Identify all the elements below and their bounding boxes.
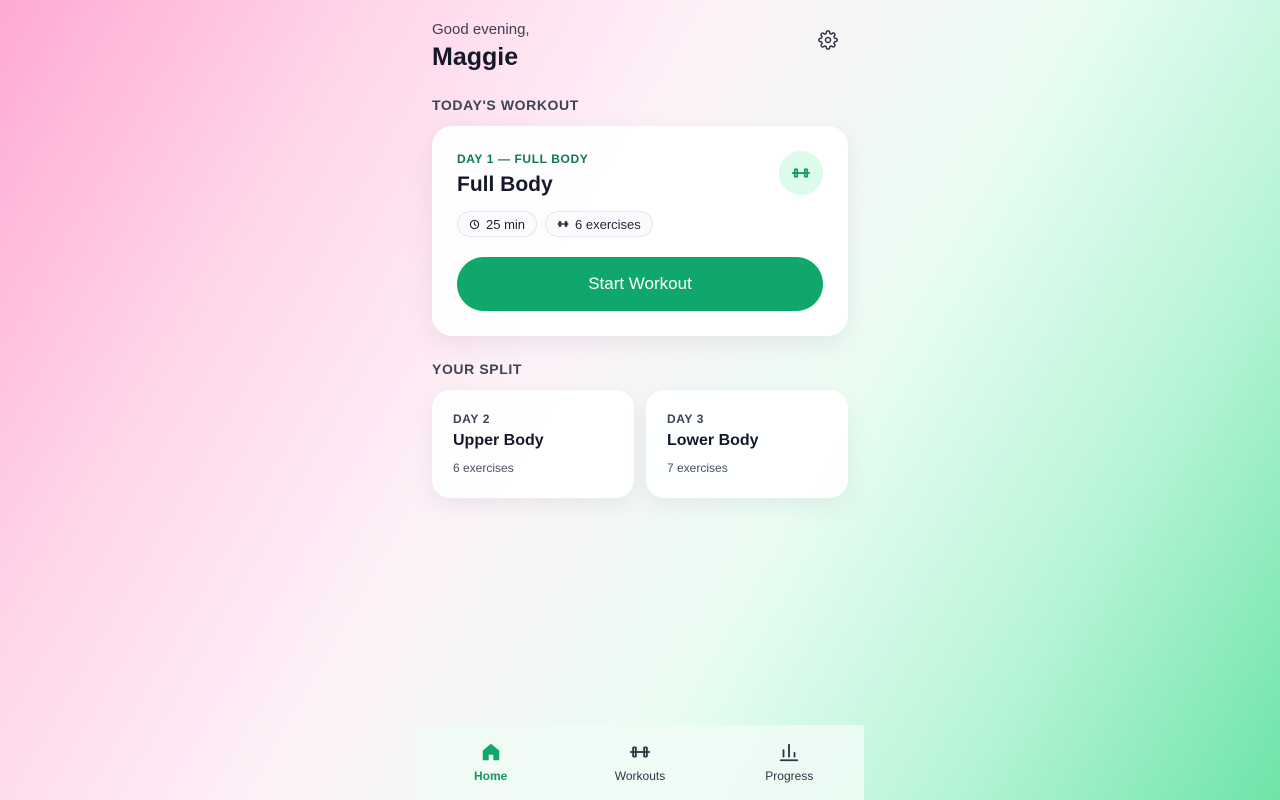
split-day-label: DAY 3 [667,412,705,426]
nav-label-progress: Progress [765,769,814,783]
split-card-day-2[interactable]: DAY 2 Upper Body 6 exercises [432,390,634,498]
todays-workout-card: DAY 1 — FULL BODY Full Body 25 min 6 exe… [432,126,848,336]
settings-button[interactable] [816,28,840,52]
todays-workout-heading: TODAY'S WORKOUT [432,97,579,113]
nav-label-workouts: Workouts [614,769,666,783]
split-exercise-count: 7 exercises [667,461,728,475]
nav-item-workouts[interactable]: Workouts [565,725,714,800]
workout-meta: 25 min 6 exercises [457,211,653,237]
user-name: Maggie [432,43,519,71]
gear-icon [818,30,838,50]
nav-item-home[interactable]: Home [416,725,565,800]
split-name: Upper Body [453,432,544,449]
bottom-nav: Home Workouts Progress [416,725,864,800]
clock-icon [469,219,480,229]
split-card-day-3[interactable]: DAY 3 Lower Body 7 exercises [646,390,848,498]
workout-day-label: DAY 1 — FULL BODY [457,152,589,166]
greeting-text: Good evening, [432,21,530,38]
workout-icon-badge [779,151,823,195]
split-name: Lower Body [667,432,759,449]
start-workout-button[interactable]: Start Workout [457,257,823,311]
header: Good evening, Maggie [432,20,848,76]
duration-chip: 25 min [457,211,538,237]
bar-chart-icon [780,743,799,762]
dumbbell-icon [791,168,811,178]
app-screen: Good evening, Maggie TODAY'S WORKOUT DAY… [416,0,864,800]
split-day-label: DAY 2 [453,412,491,426]
exercises-chip: 6 exercises [545,211,653,237]
duration-text: 25 min [486,216,526,232]
dumbbell-icon [629,746,651,758]
exercises-text: 6 exercises [575,216,641,232]
workout-title: Full Body [457,173,553,196]
split-exercise-count: 6 exercises [453,461,514,475]
dumbbell-icon [557,221,569,227]
nav-item-progress[interactable]: Progress [715,725,864,800]
nav-label-home: Home [473,769,508,783]
your-split-heading: YOUR SPLIT [432,361,523,377]
home-icon [482,743,499,761]
